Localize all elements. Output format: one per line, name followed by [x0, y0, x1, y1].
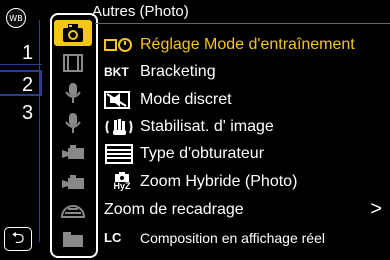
menu-item-shutter-type[interactable]: Type d'obturateur: [104, 140, 390, 167]
menu-item-label: Zoom Hybride (Photo): [140, 172, 298, 190]
menu-item-hybrid-zoom[interactable]: HyZ Zoom Hybride (Photo): [104, 168, 390, 195]
white-balance-badge[interactable]: WB: [6, 8, 26, 28]
page-2-button[interactable]: 2: [0, 70, 42, 96]
movie-camera-icon: [62, 175, 84, 189]
menu-item-bracketing[interactable]: BKT Bracketing: [104, 58, 390, 85]
menu-item-label: Mode discret: [140, 90, 232, 108]
tab-photo[interactable]: [54, 20, 92, 46]
microphone-icon: [65, 83, 81, 103]
film-strip-icon: [63, 54, 83, 72]
menu-item-live-composite[interactable]: LC Composition en affichage réel: [104, 224, 390, 251]
live-composite-icon: LC: [104, 230, 122, 245]
menu-title: Autres (Photo): [92, 3, 189, 20]
lens-icon: [60, 205, 86, 218]
camera-menu-screen: WB 1 2 3 ⮌ Autres (Photo) Réglage Mode d…: [0, 0, 390, 260]
menu-item-drive-mode[interactable]: Réglage Mode d'entraînement: [104, 31, 390, 58]
bracketing-icon: BKT: [104, 64, 129, 79]
camera-photo-icon: [63, 24, 83, 42]
tab-lens[interactable]: [54, 198, 92, 224]
microphone-icon: [65, 113, 81, 133]
hybrid-zoom-icon-text: HyZ: [113, 180, 131, 191]
return-arrow-icon: ⮌: [11, 228, 25, 247]
page-number: 3: [22, 102, 34, 124]
silent-mode-icon: [104, 90, 140, 110]
menu-item-label: Bracketing: [140, 62, 216, 80]
menu-item-label: Réglage Mode d'entraînement: [140, 35, 355, 53]
menu-item-silent-mode[interactable]: Mode discret: [104, 86, 390, 113]
menu-item-label: Stabilisat. d' image: [140, 117, 274, 135]
folder-icon: [63, 232, 83, 247]
tab-audio-2[interactable]: [54, 110, 92, 136]
shutter-type-icon: [104, 143, 140, 164]
menu-item-label: Zoom de recadrage: [104, 200, 244, 218]
hybrid-zoom-icon: HyZ: [104, 171, 140, 192]
tab-movie-1[interactable]: [54, 140, 92, 166]
page-number: 2: [22, 74, 34, 96]
menu-item-stabilizer[interactable]: Stabilisat. d' image: [104, 113, 390, 140]
tab-audio-1[interactable]: [54, 80, 92, 106]
page-number: 1: [22, 42, 34, 64]
title-divider: [95, 23, 390, 24]
tab-movie-2[interactable]: [54, 170, 92, 196]
tab-folder[interactable]: [54, 226, 92, 252]
menu-item-label: Composition en affichage réel: [140, 229, 325, 246]
tab-video[interactable]: [54, 50, 92, 76]
stabilizer-icon: [104, 117, 140, 137]
chevron-right-icon[interactable]: >: [370, 198, 382, 221]
menu-item-label: Type d'obturateur: [140, 144, 265, 162]
back-button[interactable]: ⮌: [4, 227, 32, 251]
page-1-button[interactable]: 1: [0, 40, 42, 66]
drive-mode-icon: [104, 35, 140, 55]
menu-item-crop-zoom[interactable]: Zoom de recadrage >: [104, 196, 390, 223]
movie-camera-icon: [62, 145, 84, 159]
page-3-button[interactable]: 3: [0, 100, 42, 126]
